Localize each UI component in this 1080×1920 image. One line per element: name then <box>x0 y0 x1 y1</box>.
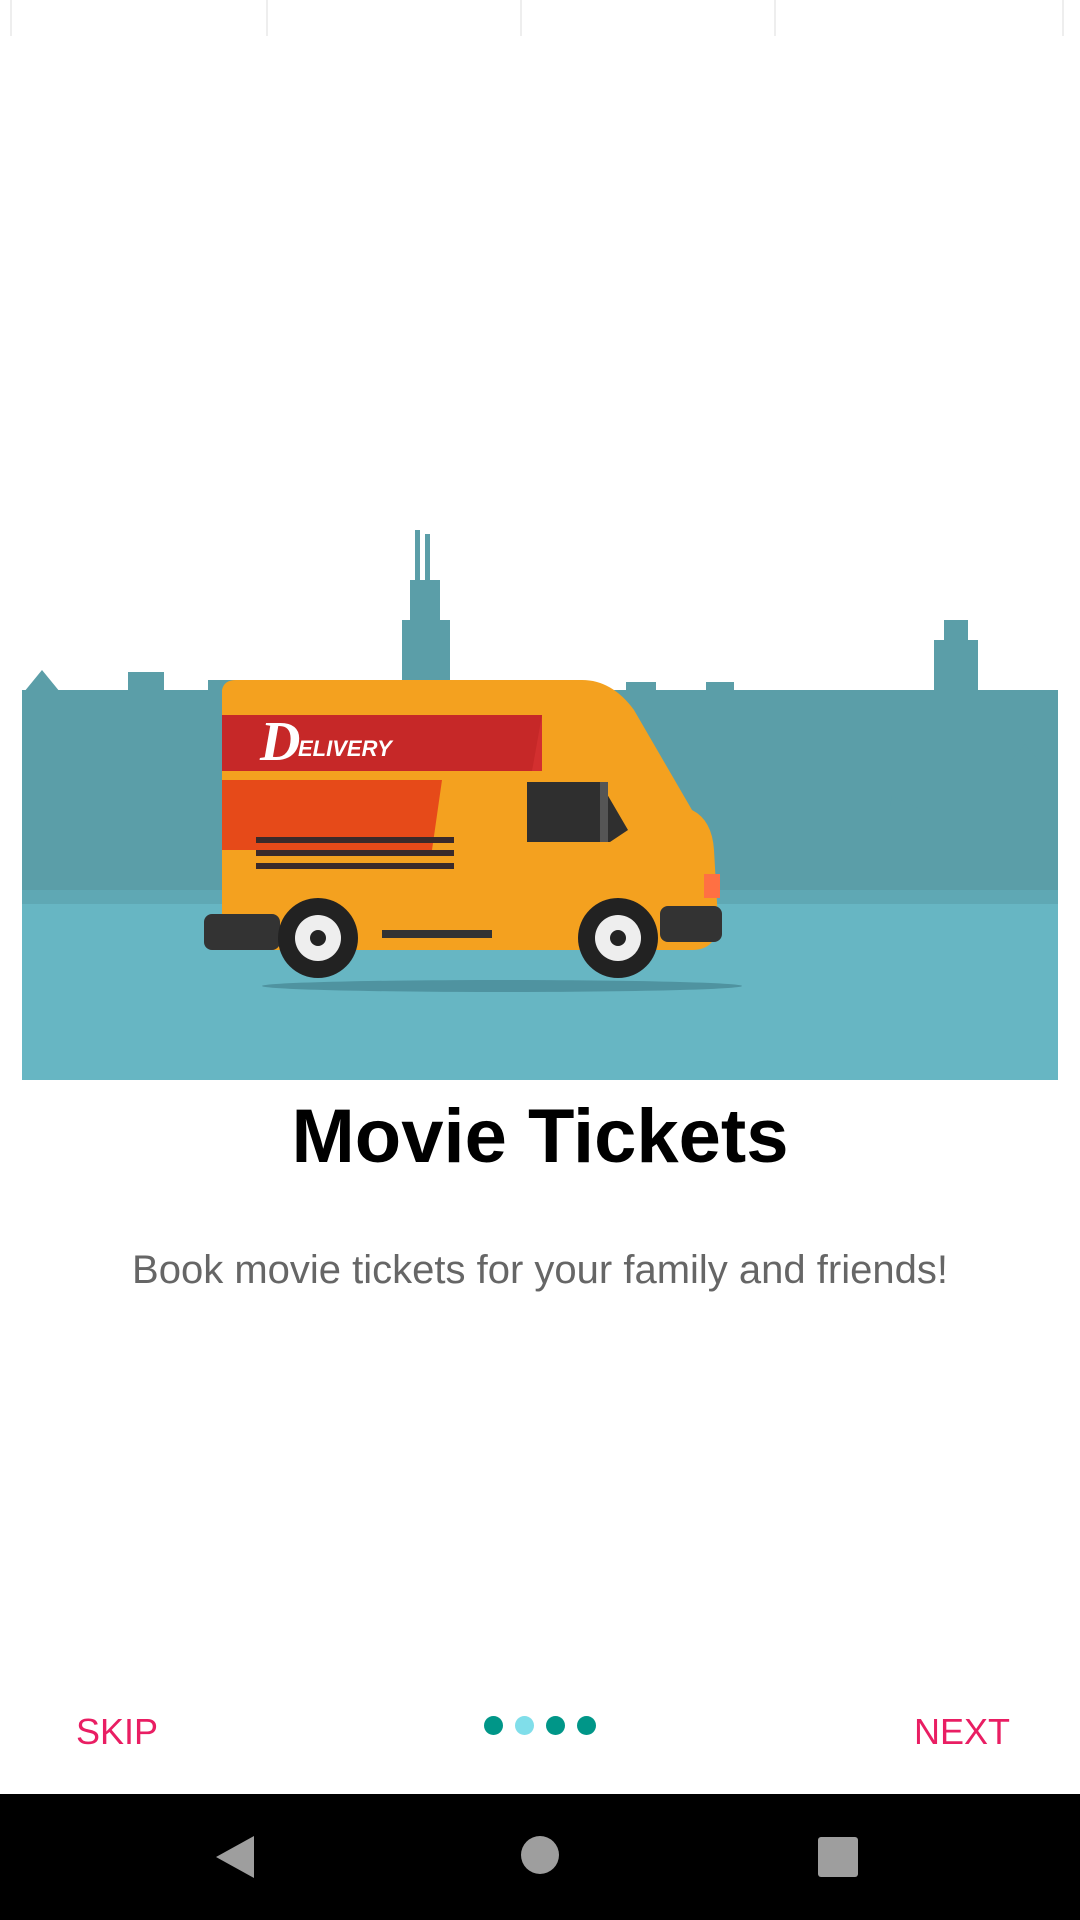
page-indicator-dot <box>515 1716 534 1735</box>
status-divider <box>520 0 522 36</box>
home-circle-icon[interactable] <box>521 1836 559 1874</box>
page-indicator <box>484 1716 596 1736</box>
status-divider <box>266 0 268 36</box>
page-indicator-dot <box>577 1716 596 1735</box>
page-indicator-dot <box>546 1716 565 1735</box>
van-logo-letter: D <box>259 711 300 773</box>
system-navigation-bar <box>0 1794 1080 1920</box>
status-divider <box>1062 0 1064 36</box>
back-triangle-icon[interactable] <box>216 1836 254 1878</box>
status-divider <box>10 0 12 36</box>
page-title: Movie Tickets <box>291 1094 789 1179</box>
van-logo-text: ELIVERY <box>298 736 394 761</box>
page-subtitle: Book movie tickets for your family and f… <box>132 1248 948 1292</box>
next-button[interactable]: NEXT <box>914 1708 1010 1756</box>
page-indicator-dot <box>484 1716 503 1735</box>
status-divider <box>774 0 776 36</box>
skip-button[interactable]: SKIP <box>76 1708 158 1756</box>
recents-square-icon[interactable] <box>818 1837 858 1877</box>
status-bar <box>0 0 1080 44</box>
onboarding-illustration: D ELIVERY <box>22 520 1058 1080</box>
